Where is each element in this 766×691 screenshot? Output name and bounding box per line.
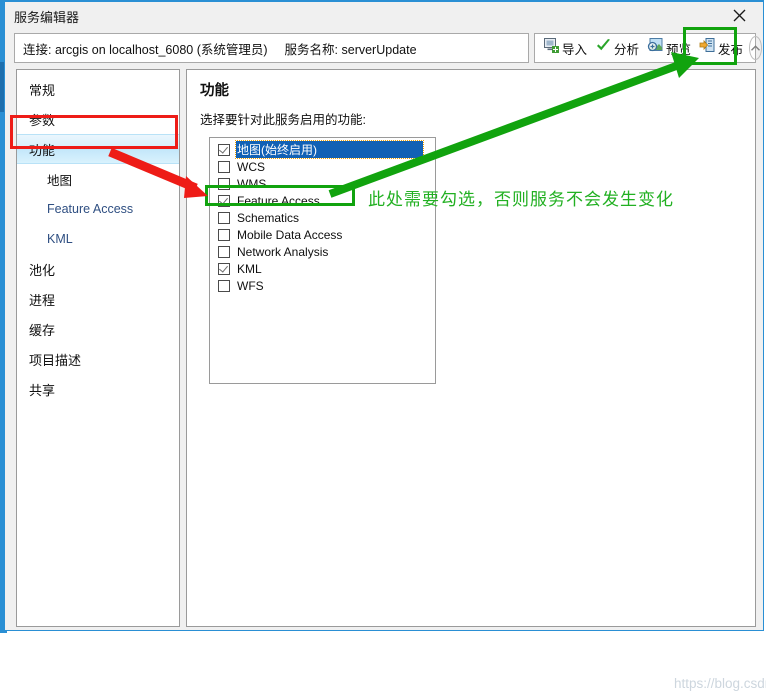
list-item-label: WCS [237, 159, 265, 174]
list-item-label: 地图(始终启用) [235, 140, 424, 159]
sidebar-item-label: 池化 [29, 262, 56, 278]
checkbox-icon[interactable] [218, 194, 230, 207]
sidebar-item-label: 缓存 [29, 322, 56, 338]
list-item[interactable]: Mobile Data Access [210, 226, 435, 243]
checkbox-icon[interactable] [218, 143, 230, 156]
checkbox-icon[interactable] [218, 228, 230, 241]
preview-button-label: 预览 [666, 42, 692, 57]
preview-button[interactable]: 预览 [643, 36, 695, 60]
chevron-up-icon[interactable] [749, 36, 763, 60]
sidebar-item-label: KML [47, 232, 73, 246]
sidebar-item-feature-access[interactable]: Feature Access [17, 194, 179, 224]
checkbox-icon[interactable] [218, 279, 230, 292]
page-subtitle: 选择要针对此服务启用的功能: [200, 113, 366, 127]
import-button[interactable]: 导入 [539, 36, 591, 60]
list-item-label: WMS [237, 176, 267, 191]
list-item[interactable]: 地图(始终启用) [210, 140, 435, 159]
sidebar-item-general[interactable]: 常规 [17, 74, 179, 104]
sidebar-item-item-description[interactable]: 项目描述 [17, 344, 179, 374]
service-name-label: 服务名称: serverUpdate [284, 42, 417, 57]
editor-toolbar: 导入 分析 预览 发布 [534, 33, 763, 63]
list-item[interactable]: Schematics [210, 209, 435, 226]
list-item[interactable]: WCS [210, 158, 435, 175]
sidebar-item-pooling[interactable]: 池化 [17, 254, 179, 284]
list-item[interactable]: Network Analysis [210, 243, 435, 260]
annotation-note: 此处需要勾选，否则服务不会发生变化 [368, 190, 674, 209]
sidebar-item-processes[interactable]: 进程 [17, 284, 179, 314]
connection-field[interactable]: 连接: arcgis on localhost_6080 (系统管理员) 服务名… [14, 33, 529, 63]
sidebar-item-label: 共享 [29, 382, 56, 398]
sidebar-item-label: 功能 [29, 142, 56, 158]
analyze-button-label: 分析 [614, 42, 640, 57]
publish-button-label: 发布 [718, 42, 744, 57]
sidebar-item-label: 地图 [47, 173, 73, 188]
sidebar-item-label: 参数 [29, 112, 56, 128]
list-item-label: Network Analysis [237, 244, 329, 259]
sidebar-item-label: Feature Access [47, 202, 134, 216]
sidebar-item-map[interactable]: 地图 [17, 164, 179, 194]
checkbox-icon[interactable] [218, 245, 230, 258]
sidebar-item-capabilities[interactable]: 功能 [17, 134, 179, 164]
capabilities-list[interactable]: 地图(始终启用) WCS WMS Feature Access Schemati… [209, 137, 436, 384]
list-item[interactable]: KML [210, 260, 435, 277]
analyze-checkmark-icon [595, 37, 612, 59]
sidebar-item-label: 项目描述 [29, 352, 82, 368]
import-icon [543, 37, 560, 59]
close-icon[interactable] [717, 2, 761, 28]
sidebar-item-label: 常规 [29, 82, 56, 98]
service-editor-dialog: 服务编辑器 连接: arcgis on localhost_6080 (系统管理… [4, 0, 766, 691]
sidebar-item-kml[interactable]: KML [17, 224, 179, 254]
window-title: 服务编辑器 [14, 10, 80, 25]
content-panel: 功能 选择要针对此服务启用的功能: 地图(始终启用) WCS WMS Featu… [186, 69, 766, 691]
sidebar-item-sharing[interactable]: 共享 [17, 374, 179, 404]
checkbox-icon[interactable] [218, 160, 230, 173]
connection-row: 连接: arcgis on localhost_6080 (系统管理员) 服务名… [14, 33, 763, 63]
title-bar: 服务编辑器 [5, 2, 763, 30]
connection-label: 连接: arcgis on localhost_6080 (系统管理员) [23, 42, 268, 57]
list-item-label: Feature Access [237, 193, 320, 208]
list-item[interactable]: WFS [210, 277, 435, 294]
navigation-panel: 常规 参数 功能 地图 Feature Access KML 池化 进程 缓存 … [16, 69, 180, 627]
list-item-label: KML [237, 261, 262, 276]
list-item-label: Schematics [237, 210, 300, 225]
sidebar-item-caching[interactable]: 缓存 [17, 314, 179, 344]
list-item-label: WFS [237, 278, 264, 293]
import-button-label: 导入 [562, 42, 588, 57]
checkbox-icon[interactable] [218, 211, 230, 224]
sidebar-item-label: 进程 [29, 292, 56, 308]
checkbox-icon[interactable] [218, 177, 230, 190]
watermark: https://blog.csdn.net/weixin_42997554 [674, 676, 766, 691]
page-title: 功能 [200, 83, 229, 99]
checkbox-icon[interactable] [218, 262, 230, 275]
preview-icon [647, 37, 664, 59]
list-item-label: Mobile Data Access [237, 227, 343, 242]
sidebar-item-parameters[interactable]: 参数 [17, 104, 179, 134]
publish-button[interactable]: 发布 [695, 36, 747, 60]
publish-icon [699, 37, 716, 59]
analyze-button[interactable]: 分析 [591, 36, 643, 60]
